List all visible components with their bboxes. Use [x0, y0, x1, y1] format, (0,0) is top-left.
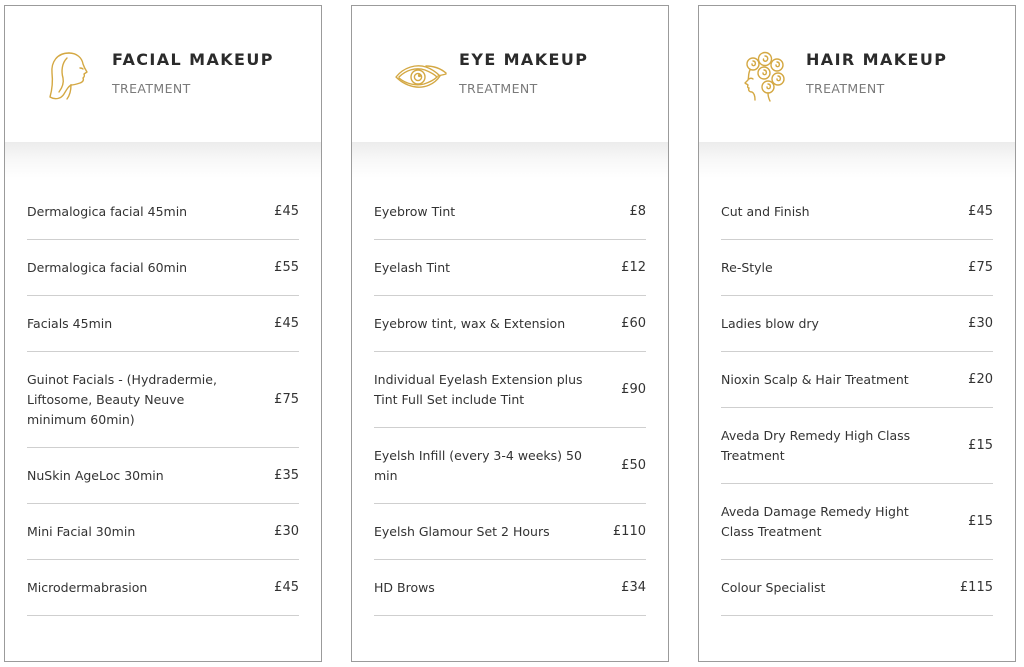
- item-name: Cut and Finish: [721, 203, 810, 219]
- item-price: £12: [621, 260, 646, 275]
- price-list-item: NuSkin AgeLoc 30min £35: [27, 448, 299, 504]
- header-divider-shade: [5, 142, 321, 178]
- item-name: Individual Eyelash Extension plus Tint F…: [374, 371, 583, 407]
- item-name: HD Brows: [374, 579, 435, 595]
- item-price: £75: [968, 260, 993, 275]
- price-list-item: Facials 45min £45: [27, 296, 299, 352]
- eye-makeup-card: EYE MAKEUP TREATMENT Eyebrow Tint £8 Eye…: [351, 5, 669, 662]
- item-name: Mini Facial 30min: [27, 523, 136, 539]
- price-list-item: Eyebrow Tint £8: [374, 184, 646, 240]
- price-list-item: Eyebrow tint, wax & Extension £60: [374, 296, 646, 352]
- header-divider-shade: [352, 142, 668, 178]
- item-price: £55: [274, 260, 299, 275]
- item-name: Eyelsh Glamour Set 2 Hours: [374, 523, 550, 539]
- card-title: FACIAL MAKEUP: [112, 50, 274, 69]
- item-name: NuSkin AgeLoc 30min: [27, 467, 164, 483]
- item-name: Dermalogica facial 45min: [27, 203, 188, 219]
- price-list-item: Ladies blow dry £30: [721, 296, 993, 352]
- price-list-item: Aveda Damage Remedy Hight Class Treatmen…: [721, 484, 993, 560]
- woman-face-profile-icon: [45, 48, 95, 104]
- item-name: Guinot Facials - (Hydradermie, Liftosome…: [27, 371, 217, 427]
- item-price: £34: [621, 580, 646, 595]
- item-name: Facials 45min: [27, 315, 113, 331]
- card-subtitle: TREATMENT: [806, 81, 885, 96]
- item-price: £45: [274, 316, 299, 331]
- price-list-item: Guinot Facials - (Hydradermie, Liftosome…: [27, 352, 299, 448]
- item-price: £8: [629, 204, 646, 219]
- header-divider-shade: [699, 142, 1015, 178]
- item-name: Re-Style: [721, 259, 773, 275]
- price-list-item: Eyelsh Infill (every 3-4 weeks) 50 min £…: [374, 428, 646, 504]
- item-price: £35: [274, 468, 299, 483]
- item-price: £115: [959, 580, 993, 595]
- price-list-item: Mini Facial 30min £30: [27, 504, 299, 560]
- price-list-item: Dermalogica facial 60min £55: [27, 240, 299, 296]
- item-price: £110: [612, 524, 646, 539]
- item-name: Eyelash Tint: [374, 259, 451, 275]
- curly-hair-head-icon: [739, 48, 789, 104]
- card-title: EYE MAKEUP: [459, 50, 589, 69]
- item-price: £20: [968, 372, 993, 387]
- item-price: £15: [968, 438, 993, 453]
- price-list-item: Eyelash Tint £12: [374, 240, 646, 296]
- price-list-item: Cut and Finish £45: [721, 184, 993, 240]
- price-list-item: Dermalogica facial 45min £45: [27, 184, 299, 240]
- item-name: Aveda Dry Remedy High Class Treatment: [721, 427, 911, 463]
- item-price: £75: [274, 392, 299, 407]
- price-list-item: Colour Specialist £115: [721, 560, 993, 616]
- price-list-item: HD Brows £34: [374, 560, 646, 616]
- item-name: Eyebrow Tint: [374, 203, 456, 219]
- item-name: Dermalogica facial 60min: [27, 259, 188, 275]
- item-name: Nioxin Scalp & Hair Treatment: [721, 371, 909, 387]
- card-title: HAIR MAKEUP: [806, 50, 948, 69]
- price-list-item: Microdermabrasion £45: [27, 560, 299, 616]
- item-price: £90: [621, 382, 646, 397]
- price-list-item: Nioxin Scalp & Hair Treatment £20: [721, 352, 993, 408]
- item-price: £45: [274, 204, 299, 219]
- price-list-item: Aveda Dry Remedy High Class Treatment £1…: [721, 408, 993, 484]
- item-price: £30: [274, 524, 299, 539]
- card-subtitle: TREATMENT: [112, 81, 191, 96]
- card-subtitle: TREATMENT: [459, 81, 538, 96]
- item-price: £60: [621, 316, 646, 331]
- item-price: £30: [968, 316, 993, 331]
- item-name: Aveda Damage Remedy Hight Class Treatmen…: [721, 503, 909, 539]
- price-list-item: Re-Style £75: [721, 240, 993, 296]
- hair-makeup-card: HAIR MAKEUP TREATMENT Cut and Finish £45…: [698, 5, 1016, 662]
- item-name: Eyebrow tint, wax & Extension: [374, 315, 566, 331]
- card-header: FACIAL MAKEUP TREATMENT: [5, 6, 321, 142]
- price-list: Eyebrow Tint £8 Eyelash Tint £12 Eyebrow…: [374, 184, 646, 616]
- price-list: Dermalogica facial 45min £45 Dermalogica…: [27, 184, 299, 616]
- card-header: HAIR MAKEUP TREATMENT: [699, 6, 1015, 142]
- item-name: Colour Specialist: [721, 579, 826, 595]
- eye-icon: [394, 48, 448, 104]
- item-price: £15: [968, 514, 993, 529]
- item-price: £50: [621, 458, 646, 473]
- facial-makeup-card: FACIAL MAKEUP TREATMENT Dermalogica faci…: [4, 5, 322, 662]
- card-header: EYE MAKEUP TREATMENT: [352, 6, 668, 142]
- item-price: £45: [274, 580, 299, 595]
- price-list-item: Individual Eyelash Extension plus Tint F…: [374, 352, 646, 428]
- price-list: Cut and Finish £45 Re-Style £75 Ladies b…: [721, 184, 993, 616]
- item-name: Microdermabrasion: [27, 579, 148, 595]
- price-list-item: Eyelsh Glamour Set 2 Hours £110: [374, 504, 646, 560]
- item-name: Ladies blow dry: [721, 315, 819, 331]
- item-price: £45: [968, 204, 993, 219]
- item-name: Eyelsh Infill (every 3-4 weeks) 50 min: [374, 447, 582, 483]
